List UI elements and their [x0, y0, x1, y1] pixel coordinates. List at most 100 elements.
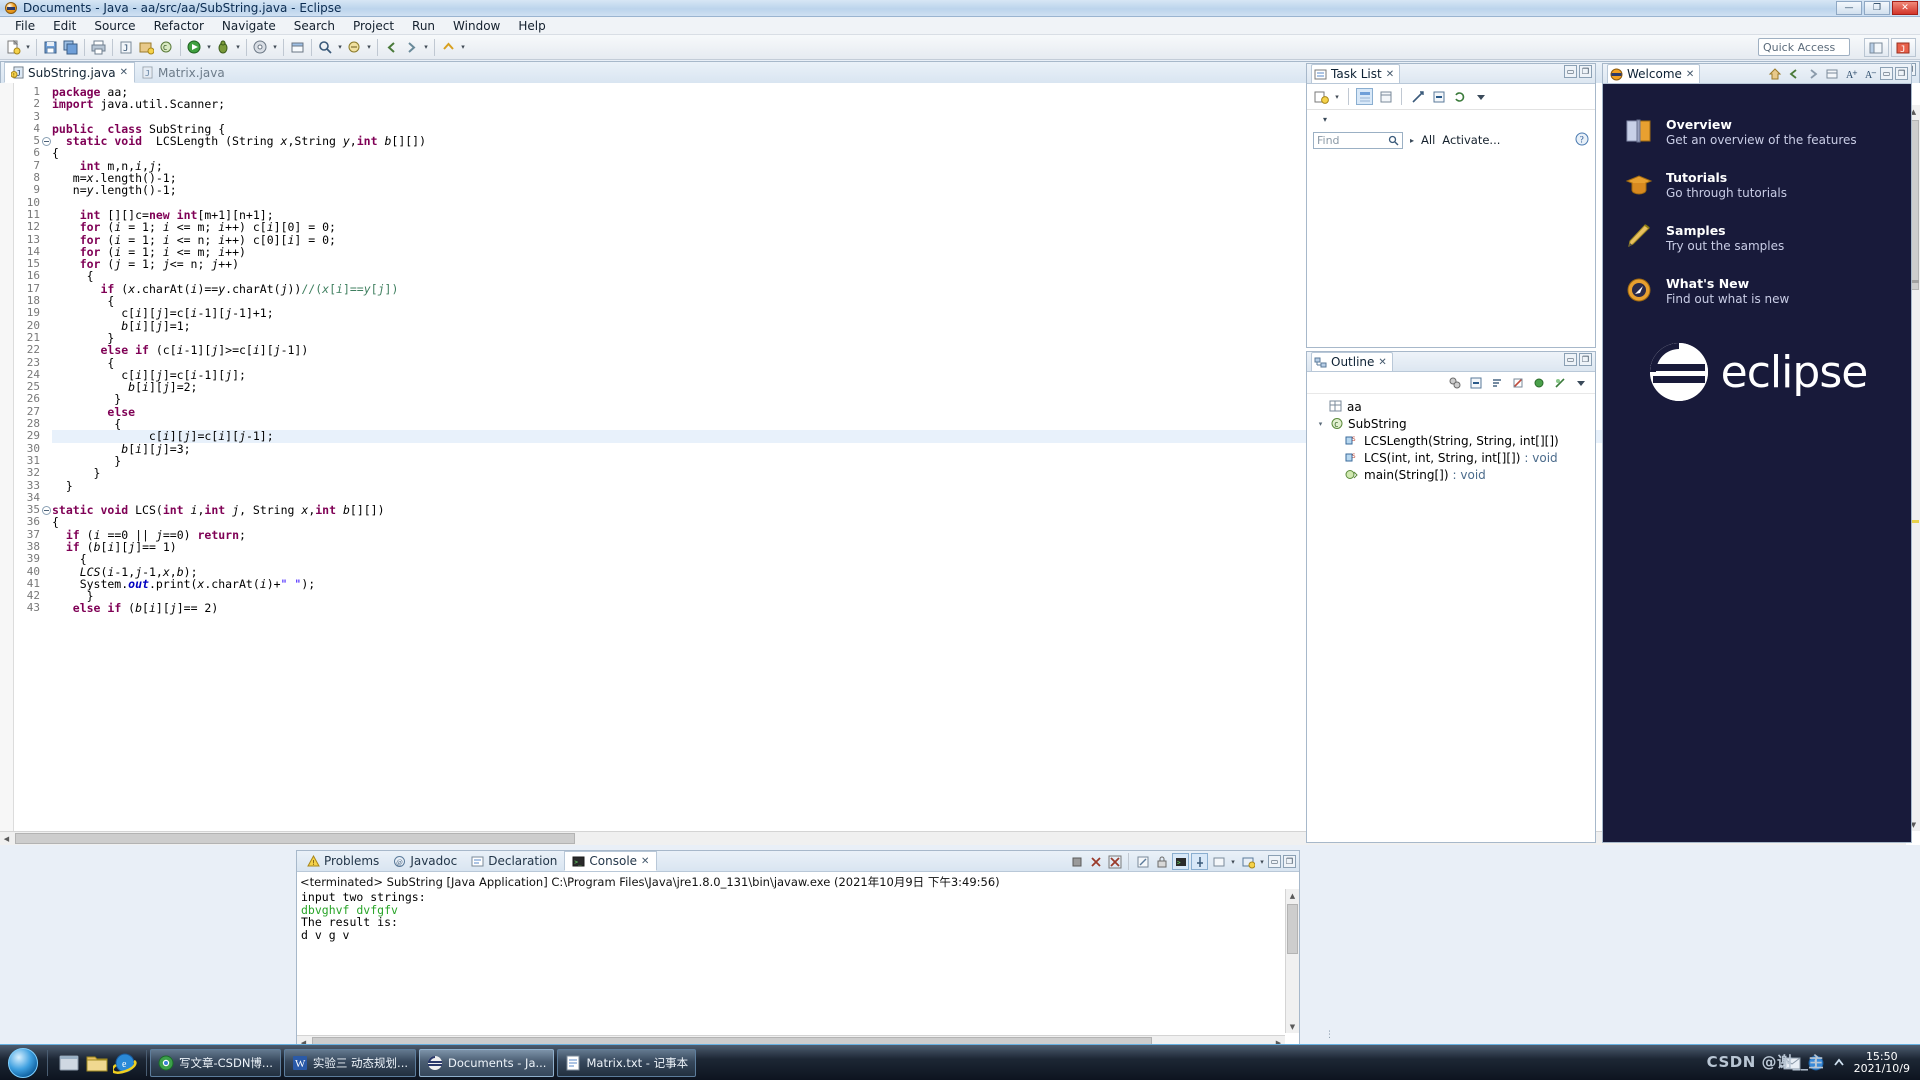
fold-marker[interactable] [40, 147, 52, 159]
new-class-icon[interactable]: C [157, 38, 176, 57]
open-type-dropdown-icon[interactable]: ▾ [365, 38, 373, 57]
forward-icon[interactable] [402, 38, 421, 57]
fold-marker[interactable] [40, 529, 52, 541]
debug-icon[interactable] [214, 38, 233, 57]
ie-icon[interactable]: e [113, 1051, 137, 1075]
synchronize-icon[interactable] [1451, 88, 1468, 105]
editor-marker-bar[interactable] [0, 83, 14, 845]
sort-icon[interactable] [1488, 374, 1505, 391]
focus-on-workweek-icon[interactable] [1409, 88, 1426, 105]
new-icon[interactable] [4, 38, 23, 57]
maximize-button[interactable]: ❐ [1864, 1, 1890, 15]
fold-marker[interactable] [40, 234, 52, 246]
fold-marker[interactable] [40, 578, 52, 590]
outline-item-class-substring[interactable]: ▾ C SubString [1311, 415, 1595, 432]
fold-marker[interactable] [40, 393, 52, 405]
scheduled-presentation-icon[interactable] [1377, 88, 1394, 105]
display-selected-console-icon[interactable] [1210, 853, 1227, 870]
fold-marker[interactable] [40, 86, 52, 98]
fold-marker[interactable] [40, 455, 52, 467]
run-icon[interactable] [185, 38, 204, 57]
minimize-view-icon[interactable]: ▭ [1268, 855, 1281, 868]
fold-marker[interactable] [40, 221, 52, 233]
tab-substring-java[interactable]: J! SubString.java ✕ [4, 62, 135, 83]
fold-marker[interactable] [40, 590, 52, 602]
console-select-dropdown-icon[interactable]: ▾ [1229, 852, 1237, 871]
search-icon[interactable] [316, 38, 335, 57]
help-icon[interactable]: ? [1575, 132, 1589, 146]
maximize-view-icon[interactable]: ❐ [1283, 855, 1296, 868]
external-tools-icon[interactable] [251, 38, 270, 57]
welcome-item-overview[interactable]: Overview Get an overview of the features [1603, 106, 1911, 159]
outline-item-lcslength[interactable]: S LCSLength(String, String, int[][]) [1311, 432, 1595, 449]
focus-active-task-icon[interactable] [1446, 374, 1463, 391]
outline-item-lcs[interactable]: S LCS(int, int, String, int[][]) : void [1311, 449, 1595, 466]
console-output[interactable]: input two strings: dbvghvf dvfgfv The resu… [298, 889, 1283, 1033]
home-icon[interactable] [1766, 65, 1783, 82]
fold-marker[interactable] [40, 320, 52, 332]
fold-marker[interactable] [40, 516, 52, 528]
new-task-icon[interactable] [1312, 88, 1329, 105]
hide-nonpublic-icon[interactable] [1551, 374, 1568, 391]
fold-marker[interactable] [40, 602, 52, 614]
print-icon[interactable] [89, 38, 108, 57]
fold-marker[interactable] [40, 246, 52, 258]
tab-declaration[interactable]: Declaration [464, 851, 564, 871]
back-icon[interactable] [382, 38, 401, 57]
welcome-item-tutorials[interactable]: Tutorials Go through tutorials [1603, 159, 1911, 212]
debug-dropdown-icon[interactable]: ▾ [234, 38, 242, 57]
fold-marker[interactable] [40, 258, 52, 270]
maximize-view-icon[interactable]: ❐ [1579, 353, 1592, 366]
show-hidden-icons-icon[interactable] [1831, 1055, 1847, 1071]
close-icon[interactable]: ✕ [1686, 69, 1694, 80]
menu-source[interactable]: Source [85, 18, 144, 34]
chevron-right-icon[interactable]: ▸ [1410, 136, 1414, 145]
tab-task-list[interactable]: Task List ✕ [1311, 64, 1401, 83]
panel-resize-grip[interactable]: ⋮ [1325, 1030, 1335, 1040]
fold-marker[interactable] [40, 209, 52, 221]
console-vertical-scrollbar[interactable]: ▲ ▼ [1285, 889, 1299, 1033]
fold-marker[interactable] [40, 369, 52, 381]
back-icon[interactable] [1785, 65, 1802, 82]
close-icon[interactable]: ✕ [1378, 357, 1386, 368]
fold-marker[interactable] [40, 566, 52, 578]
expand-arrow-icon[interactable]: ▾ [1315, 420, 1326, 428]
menu-search[interactable]: Search [285, 18, 344, 34]
forward-icon[interactable] [1804, 65, 1821, 82]
minimize-view-icon[interactable]: ▭ [1880, 67, 1893, 80]
new-window-icon[interactable] [288, 38, 307, 57]
find-input[interactable]: Find [1313, 131, 1403, 149]
folding-ruler[interactable] [40, 83, 52, 845]
hide-static-icon[interactable] [1530, 374, 1547, 391]
fold-marker[interactable] [40, 418, 52, 430]
zoom-out-icon[interactable]: A − [1861, 65, 1878, 82]
fold-marker[interactable] [40, 111, 52, 123]
external-tools-dropdown-icon[interactable]: ▾ [271, 38, 279, 57]
taskbar-button-word[interactable]: W 实验三 动态规划... [283, 1048, 417, 1077]
open-perspective-icon[interactable] [1864, 38, 1889, 57]
fold-marker[interactable] [40, 357, 52, 369]
run-dropdown-icon[interactable]: ▾ [205, 38, 213, 57]
java-perspective-icon[interactable]: J [1891, 38, 1916, 57]
fold-marker[interactable] [40, 504, 52, 516]
tab-matrix-java[interactable]: J Matrix.java [135, 62, 231, 83]
collapse-all-icon[interactable] [1467, 374, 1484, 391]
open-console-dropdown-icon[interactable]: ▾ [1258, 852, 1266, 871]
show-console-on-output-icon[interactable]: > [1172, 853, 1189, 870]
start-button[interactable] [2, 1046, 44, 1080]
clear-console-icon[interactable] [1134, 853, 1151, 870]
fold-marker[interactable] [40, 381, 52, 393]
minimize-view-icon[interactable]: ▭ [1564, 65, 1577, 78]
taskbar-button-csdn[interactable]: 写文章-CSDN博... [150, 1048, 281, 1077]
outline-item-package-aa[interactable]: aa [1311, 398, 1595, 415]
tab-welcome[interactable]: Welcome ✕ [1607, 64, 1701, 83]
hide-fields-icon[interactable] [1509, 374, 1526, 391]
activate-link[interactable]: Activate... [1442, 133, 1500, 147]
categorized-presentation-icon[interactable] [1356, 88, 1373, 105]
minimize-button[interactable]: — [1836, 1, 1862, 15]
fold-marker[interactable] [40, 553, 52, 565]
tab-outline[interactable]: Outline ✕ [1311, 352, 1393, 371]
fold-marker[interactable] [40, 135, 52, 147]
open-console-icon[interactable] [1239, 853, 1256, 870]
collapse-all-icon[interactable] [1430, 88, 1447, 105]
